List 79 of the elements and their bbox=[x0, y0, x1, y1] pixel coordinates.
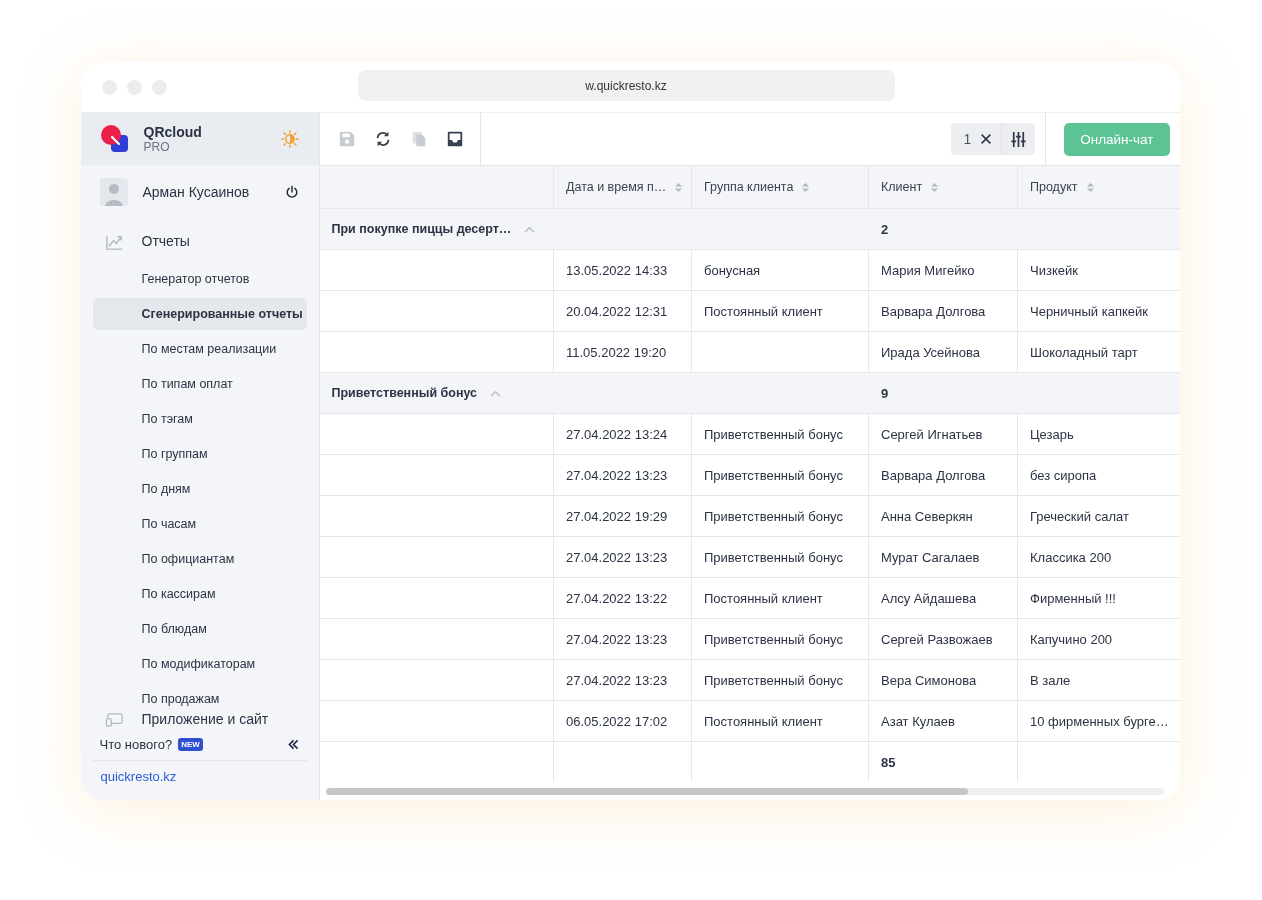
table-cell: Приветственный бонус bbox=[691, 454, 869, 496]
sidebar-item[interactable]: По официантам bbox=[92, 543, 307, 575]
column-header[interactable]: Продукт bbox=[1017, 166, 1180, 209]
table-cell: Алсу Айдашева bbox=[868, 577, 1018, 619]
group-cell[interactable]: Приветственный бонус bbox=[319, 372, 554, 414]
sort-icon[interactable] bbox=[674, 181, 684, 193]
filter-count: 1 bbox=[963, 131, 972, 147]
sidebar-item[interactable]: По дням bbox=[92, 473, 307, 505]
address-bar[interactable]: w.quickresto.kz bbox=[357, 70, 895, 101]
sidebar-item[interactable]: Сгенерированные отчеты bbox=[92, 298, 307, 330]
sidebar-item[interactable]: По часам bbox=[92, 508, 307, 540]
table-cell: 27.04.2022 13:24 bbox=[553, 413, 692, 455]
site-link[interactable]: quickresto.kz bbox=[100, 769, 177, 784]
table-cell: 27.04.2022 13:22 bbox=[553, 577, 692, 619]
avatar-icon bbox=[99, 178, 128, 206]
table-cell: 27.04.2022 13:23 bbox=[553, 454, 692, 496]
section-title[interactable]: Отчеты bbox=[141, 233, 190, 249]
table-cell: 13.05.2022 14:33 bbox=[553, 249, 692, 291]
sidebar-item[interactable]: По кассирам bbox=[92, 578, 307, 610]
theme-toggle-icon[interactable] bbox=[279, 129, 300, 149]
sort-icon[interactable] bbox=[1085, 181, 1095, 193]
collapse-icon[interactable] bbox=[286, 737, 300, 751]
filter-chip[interactable]: 1 bbox=[951, 123, 1002, 155]
group-title: При покупке пиццы десерт… bbox=[331, 222, 512, 236]
table-cell: Азат Кулаев bbox=[868, 700, 1018, 742]
column-header[interactable]: Клиент bbox=[868, 166, 1018, 209]
table-cell: Варвара Долгова bbox=[868, 290, 1018, 332]
table-cell: Приветственный бонус bbox=[691, 413, 869, 455]
table-cell: Приветственный бонус bbox=[691, 495, 869, 537]
table-cell: 27.04.2022 13:23 bbox=[553, 536, 692, 578]
sliders-icon bbox=[1009, 129, 1029, 149]
sidebar-item[interactable]: По блюдам bbox=[92, 613, 307, 645]
table-cell: Приветственный бонус bbox=[691, 618, 869, 660]
group-cell[interactable]: При покупке пиццы десерт… bbox=[319, 208, 554, 250]
brand-name: QRcloud bbox=[143, 124, 203, 140]
logo-icon bbox=[99, 124, 130, 154]
caret-icon[interactable] bbox=[523, 224, 537, 234]
sort-icon[interactable] bbox=[801, 181, 811, 193]
group-count: 9 bbox=[868, 372, 1018, 414]
table-cell: 11.05.2022 19:20 bbox=[553, 331, 692, 373]
table-cell: Сергей Развожаев bbox=[868, 618, 1018, 660]
table-cell: 06.05.2022 17:02 bbox=[553, 700, 692, 742]
table-cell: Постоянный клиент bbox=[691, 700, 869, 742]
table-cell: 27.04.2022 13:23 bbox=[553, 659, 692, 701]
table-cell: Ирада Усейнова bbox=[868, 331, 1018, 373]
sidebar-item[interactable]: Генератор отчетов bbox=[92, 263, 307, 295]
sidebar-item[interactable]: По модификаторам bbox=[92, 648, 307, 680]
sidebar-item[interactable]: По типам оплат bbox=[92, 368, 307, 400]
sort-icon[interactable] bbox=[930, 181, 940, 193]
sidebar-item[interactable]: По местам реализации bbox=[92, 333, 307, 365]
table-cell: Мария Мигейко bbox=[868, 249, 1018, 291]
table-cell: бонусная bbox=[691, 249, 869, 291]
sidebar-item[interactable]: По тэгам bbox=[92, 403, 307, 435]
section-title[interactable]: Приложение и сайт bbox=[141, 711, 269, 727]
user-name: Арман Кусаинов bbox=[142, 184, 251, 200]
table-cell: Вера Симонова bbox=[868, 659, 1018, 701]
table-cell: Мурат Сагалаев bbox=[868, 536, 1018, 578]
group-title: Приветственный бонус bbox=[331, 386, 478, 400]
table-cell: 27.04.2022 13:23 bbox=[553, 618, 692, 660]
table-cell: Анна Северкян bbox=[868, 495, 1018, 537]
table-cell: 27.04.2022 19:29 bbox=[553, 495, 692, 537]
close-icon[interactable] bbox=[979, 132, 994, 146]
table-cell: Постоянный клиент bbox=[691, 290, 869, 332]
table-cell: Постоянный клиент bbox=[691, 577, 869, 619]
inbox-icon[interactable] bbox=[445, 130, 464, 148]
group-count: 2 bbox=[868, 208, 1018, 250]
table-cell: Сергей Игнатьев bbox=[868, 413, 1018, 455]
whats-new-link[interactable]: Что нового? bbox=[99, 736, 173, 752]
table-cell: Варвара Долгова bbox=[868, 454, 1018, 496]
table-cell: Приветственный бонус bbox=[691, 536, 869, 578]
sidebar-item[interactable]: По группам bbox=[92, 438, 307, 470]
table-cell: Приветственный бонус bbox=[691, 659, 869, 701]
column-header[interactable]: Дата и время п… bbox=[553, 166, 692, 209]
new-badge: NEW bbox=[178, 737, 203, 751]
filter-settings-button[interactable] bbox=[1001, 123, 1036, 155]
plan-label: PRO bbox=[143, 140, 171, 154]
column-header[interactable]: Группа клиента bbox=[691, 166, 869, 209]
caret-icon[interactable] bbox=[489, 388, 503, 398]
table-cell: 20.04.2022 12:31 bbox=[553, 290, 692, 332]
